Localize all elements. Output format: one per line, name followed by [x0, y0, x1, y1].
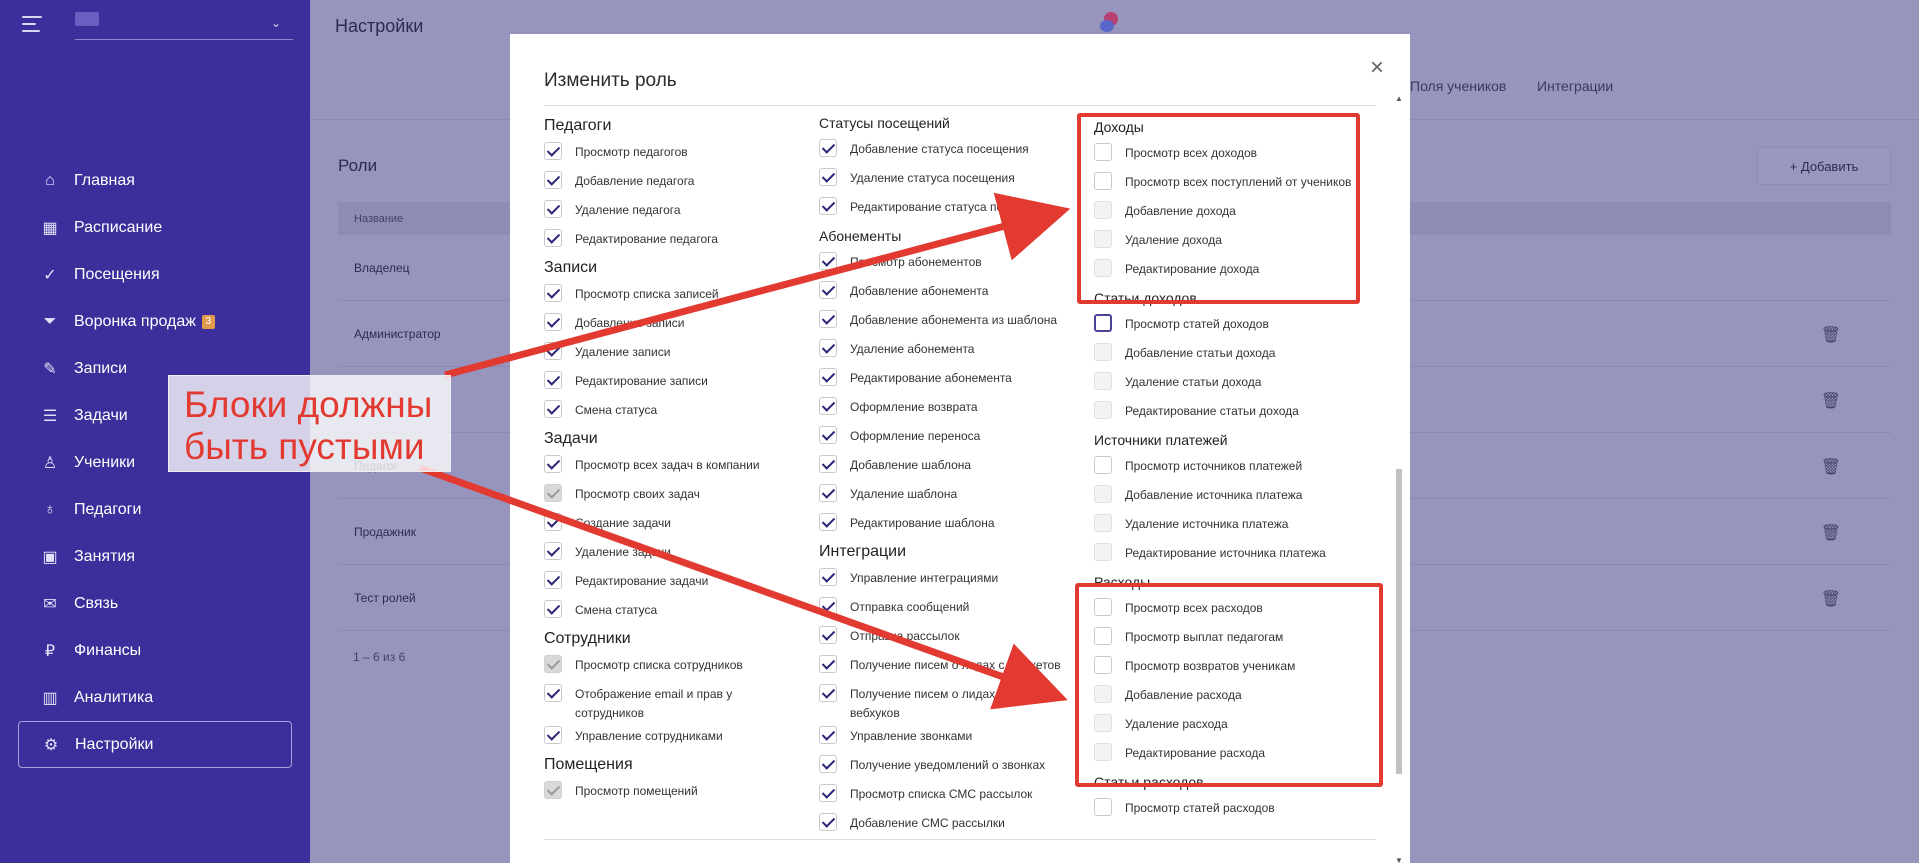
arrow-to-expenses [418, 464, 1068, 710]
annotation-note: Блоки должны быть пустыми [168, 375, 451, 472]
arrow-to-income [444, 192, 1071, 379]
